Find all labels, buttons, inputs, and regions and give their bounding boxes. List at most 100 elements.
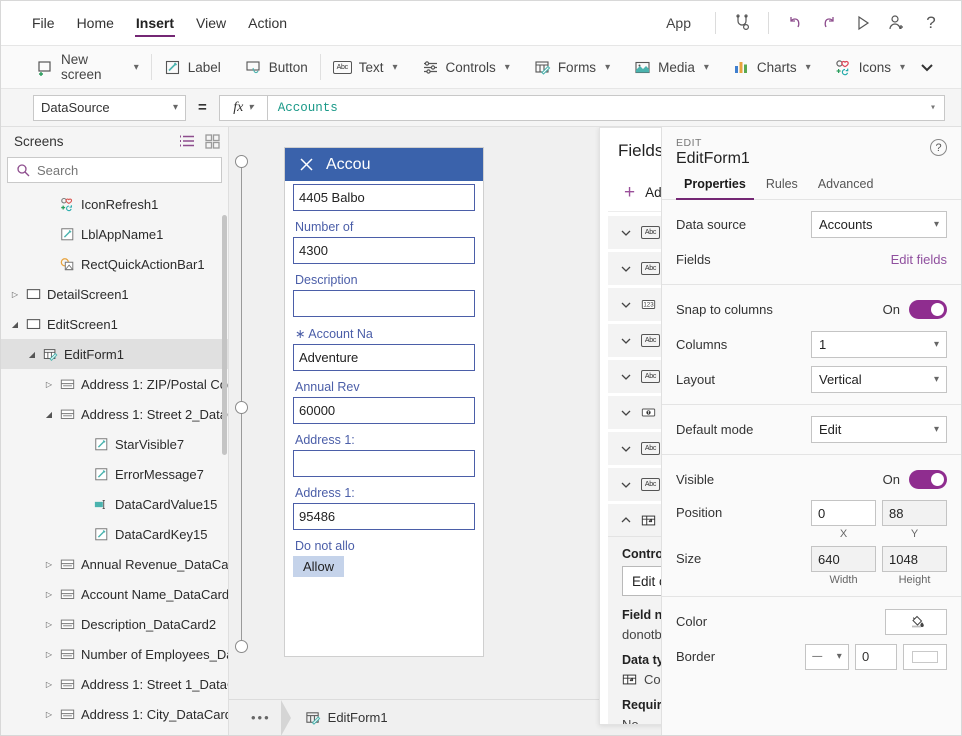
border-width-input[interactable]: 0 [855,643,897,670]
close-icon[interactable] [299,157,314,172]
tree-item[interactable]: DataCardValue15 [1,489,228,519]
tree-item[interactable]: ▷ DetailScreen1 [1,279,228,309]
ribbon-overflow-chevron-down-icon[interactable] [917,57,961,77]
redo-icon[interactable] [813,7,845,39]
chevron-up-icon[interactable] [620,514,632,526]
tree-item[interactable]: ▷ Number of Employees_Data [1,639,228,669]
chevron-down-icon[interactable] [620,371,632,383]
tree-item[interactable]: ▷ Address 1: ZIP/Postal Code_ [1,369,228,399]
size-height-input[interactable]: 1048 [882,546,947,572]
field-list-item[interactable]: 123Number of Employees [608,288,661,321]
chevron-down-icon[interactable]: ◢ [7,320,23,329]
border-color-swatch[interactable] [903,643,947,670]
help-icon[interactable]: ? [930,139,947,156]
columns-select[interactable]: 1 ▾ [811,331,947,358]
visible-toggle[interactable] [909,470,947,489]
tree-item[interactable]: ▷ Address 1: Street 1_DataCar [1,669,228,699]
control-type-select[interactable]: Edit option set single-select [622,566,661,596]
tree-item[interactable]: ▷ Annual Revenue_DataCard2 [1,549,228,579]
form-field-input[interactable]: 4405 Balbo [293,184,475,211]
ribbon-label-control[interactable]: Label [152,46,233,88]
form-field-input[interactable]: Adventure [293,344,475,371]
undo-icon[interactable] [779,7,811,39]
ribbon-button-control[interactable]: Button [233,46,320,88]
size-width-input[interactable]: 640 [811,546,876,572]
border-style-select[interactable]: — ▾ [805,643,849,670]
menu-item-insert[interactable]: Insert [125,1,185,45]
menu-item-file[interactable]: File [21,1,66,45]
form-field-input[interactable] [293,450,475,477]
app-checker-icon[interactable] [726,7,758,39]
tree-item[interactable]: ◢ Address 1: Street 2_DataCar [1,399,228,429]
ribbon-new-screen[interactable]: New screen ▾ [25,46,151,88]
tree-item[interactable]: ▷ Address 1: City_DataCard2 [1,699,228,729]
form-field-input[interactable]: 95486 [293,503,475,530]
color-picker-button[interactable] [885,608,947,635]
snap-to-columns-toggle[interactable] [909,300,947,319]
screens-tree-list[interactable]: IconRefresh1 LblAppName1 RectQuickActionBa… [1,187,228,735]
preview-play-icon[interactable] [847,7,879,39]
tree-item[interactable]: ▷ Description_DataCard2 [1,609,228,639]
tree-item[interactable]: DataCardKey15 [1,519,228,549]
selection-handle-bottom[interactable] [235,640,248,653]
property-select[interactable]: DataSource ▾ [33,94,186,121]
ribbon-forms[interactable]: Forms ▾ [522,46,622,88]
field-list-item-header[interactable]: Do not allow Bulk Emails⋯ [608,504,661,537]
tab-advanced[interactable]: Advanced [810,177,882,199]
tab-properties[interactable]: Properties [676,177,754,200]
chevron-down-icon[interactable] [620,299,632,311]
menu-item-action[interactable]: Action [237,1,298,45]
chevron-right-icon[interactable]: ▷ [41,380,57,389]
field-list-item[interactable]: AbcAccount Name [608,360,661,393]
chevron-down-icon[interactable]: ◢ [41,410,57,419]
tree-item[interactable]: ◢ EditForm1 [1,339,228,369]
add-field-button[interactable]: + Add field ⋯ [608,174,661,212]
menu-item-view[interactable]: View [185,1,237,45]
help-icon[interactable]: ? [915,7,947,39]
chevron-right-icon[interactable]: ▷ [41,680,57,689]
app-label[interactable]: App [652,15,705,31]
field-list-item[interactable]: AbcAddress 1: ZIP/Postal Code [608,468,661,501]
edit-fields-link[interactable]: Edit fields [891,252,947,267]
tree-item[interactable]: IconRefresh1 [1,189,228,219]
form-field-input[interactable]: 60000 [293,397,475,424]
chevron-down-icon[interactable] [620,443,632,455]
chevron-down-icon[interactable] [620,407,632,419]
form-field-input[interactable]: 4300 [293,237,475,264]
app-preview-frame[interactable]: Accou 4405 Balbo Number of 4300 Description… [284,147,484,657]
chevron-right-icon[interactable]: ▷ [41,620,57,629]
chevron-down-icon[interactable] [620,479,632,491]
ribbon-charts[interactable]: Charts ▾ [721,46,823,88]
formula-input[interactable]: Accounts ▾ [266,94,945,121]
form-field-input[interactable] [293,290,475,317]
fx-button[interactable]: fx ▾ [218,94,267,121]
tree-item[interactable]: ErrorMessage7 [1,459,228,489]
chevron-right-icon[interactable]: ▷ [41,590,57,599]
tree-item[interactable]: StarVisible7 [1,429,228,459]
tree-item[interactable]: LblAppName1 [1,219,228,249]
ribbon-text[interactable]: Abc Text ▾ [321,46,410,88]
position-x-input[interactable]: 0 [811,500,876,526]
chevron-right-icon[interactable]: ▷ [41,650,57,659]
tree-item[interactable]: ▷Do not allow Bulk Emails_D [1,729,228,735]
search-input[interactable]: Search [7,157,222,183]
edit-form-preview[interactable]: 4405 Balbo Number of 4300 Description Accoun… [285,184,483,577]
selection-handle-middle[interactable] [235,401,248,414]
data-source-select[interactable]: Accounts ▾ [811,211,947,238]
ribbon-icons[interactable]: Icons ▾ [823,46,917,88]
menu-item-home[interactable]: Home [66,1,125,45]
tree-item[interactable]: ▷ Account Name_DataCard2 [1,579,228,609]
tree-item[interactable]: RectQuickActionBar1 [1,249,228,279]
field-list-item[interactable]: Annual Revenue [608,396,661,429]
app-canvas[interactable]: Accou 4405 Balbo Number of 4300 Description… [229,127,661,735]
chevron-down-icon[interactable]: ▾ [930,102,936,114]
selection-handle-top[interactable] [235,155,248,168]
tab-rules[interactable]: Rules [758,177,806,199]
tree-view-icon[interactable] [179,134,195,148]
default-mode-select[interactable]: Edit ▾ [811,416,947,443]
chevron-down-icon[interactable] [620,335,632,347]
fields-list[interactable]: AbcAddress 1: CityAbcAddress 1: Street 1… [600,212,661,724]
share-user-icon[interactable] [881,7,913,39]
chevron-down-icon[interactable]: ◢ [24,350,40,359]
tree-item[interactable]: ◢ EditScreen1 [1,309,228,339]
